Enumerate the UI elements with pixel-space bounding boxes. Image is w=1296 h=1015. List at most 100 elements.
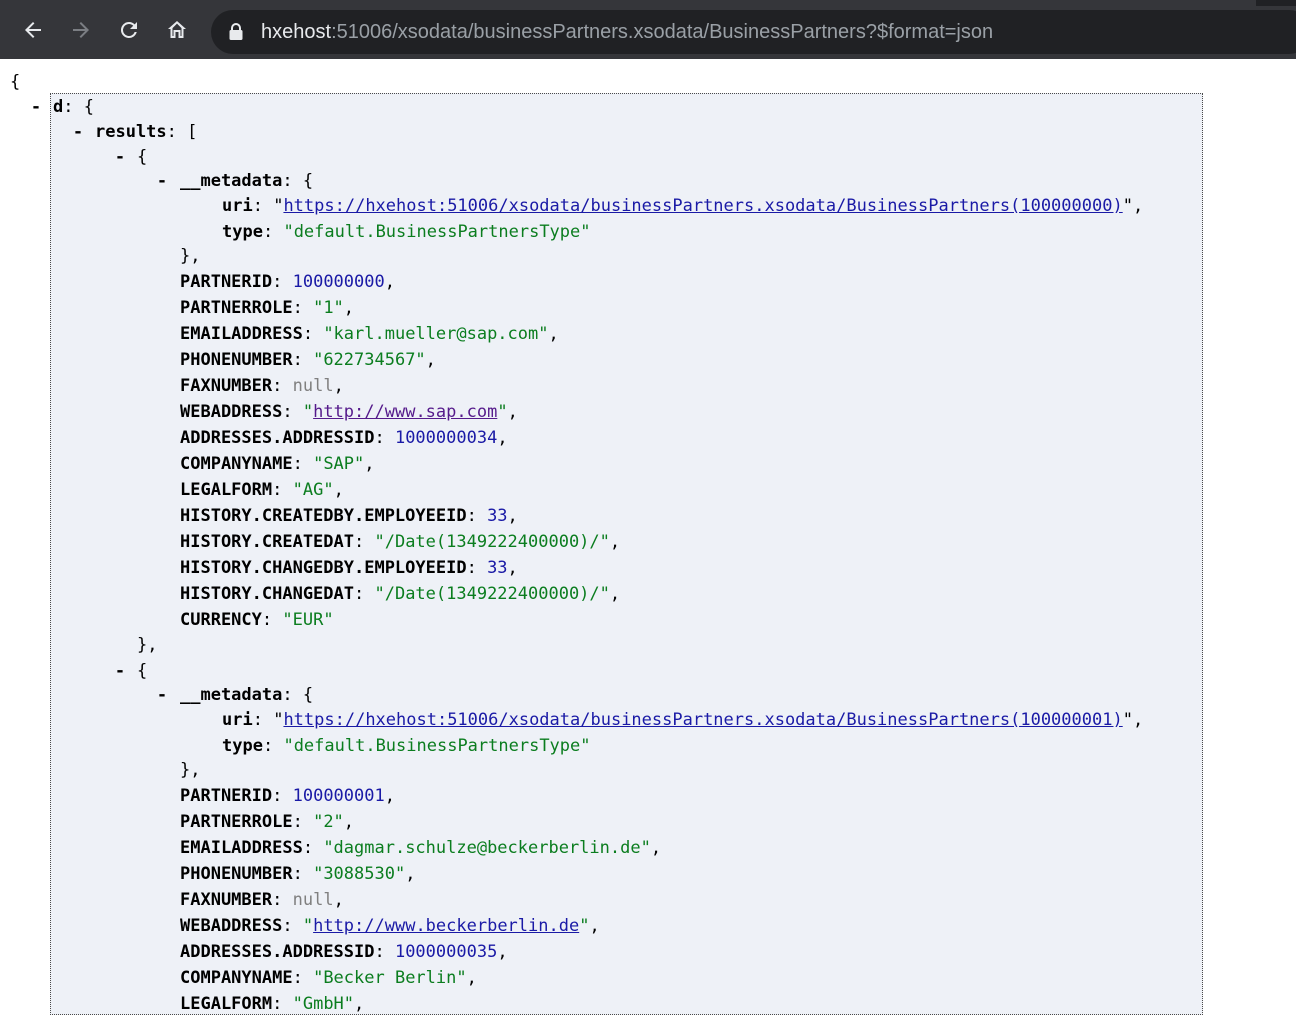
legalform-value-2: "GmbH"	[292, 994, 355, 1014]
key-d: d	[53, 97, 64, 117]
json-viewer: { - d: { - results: [ - { - __metadata: …	[0, 59, 1296, 1015]
key-emailaddress: EMAILADDRESS	[180, 324, 303, 344]
phone-value-2: "3088530"	[313, 864, 406, 884]
json-line-changedby-1: HISTORY.CHANGEDBY.EMPLOYEEID: 33,	[180, 558, 518, 578]
key-partnerid: PARTNERID	[180, 786, 273, 806]
active-tab[interactable]	[0, 0, 1256, 6]
fax-value-1: null	[292, 376, 334, 396]
fax-value-2: null	[292, 890, 334, 910]
key-changedat: HISTORY.CHANGEDAT	[180, 584, 354, 604]
json-line-currency-1: CURRENCY: "EUR"	[180, 610, 334, 630]
json-line-type-2: type: "default.BusinessPartnersType"	[222, 736, 591, 756]
key-legalform: LEGALFORM	[180, 994, 273, 1014]
key-results: results	[95, 122, 167, 142]
json-line-company-1: COMPANYNAME: "SAP",	[180, 454, 375, 474]
json-line-type-1: type: "default.BusinessPartnersType"	[222, 222, 591, 242]
json-line-changedat-1: HISTORY.CHANGEDAT: "/Date(1349222400000)…	[180, 584, 621, 604]
address-bar-url[interactable]: hxehost:51006/xsodata/businessPartners.x…	[261, 18, 993, 46]
addressid-value-2: 1000000035	[394, 942, 498, 962]
url-path: :51006/xsodata/businessPartners.xsodata/…	[331, 21, 994, 43]
changedat-value-1: "/Date(1349222400000)/"	[374, 584, 610, 604]
record-1-close: },	[137, 635, 158, 655]
json-line-addressid-2: ADDRESSES.ADDRESSID: 1000000035,	[180, 942, 508, 962]
email-value-1: "karl.mueller@sap.com"	[323, 324, 549, 344]
collapse-toggle-record-1[interactable]: -	[114, 146, 126, 168]
url-host: hxehost	[261, 21, 332, 43]
key-addressid: ADDRESSES.ADDRESSID	[180, 942, 375, 962]
partnerid-value-2: 100000001	[292, 786, 385, 806]
collapse-toggle-record-2[interactable]: -	[114, 660, 126, 682]
json-line-partnerrole-2: PARTNERROLE: "2",	[180, 812, 355, 832]
key-companyname: COMPANYNAME	[180, 968, 293, 988]
key-createdby: HISTORY.CREATEDBY.EMPLOYEEID	[180, 506, 467, 526]
key-changedby: HISTORY.CHANGEDBY.EMPLOYEEID	[180, 558, 467, 578]
key-phonenumber: PHONENUMBER	[180, 864, 293, 884]
json-line-legalform-1: LEGALFORM: "AG",	[180, 480, 344, 500]
collapse-toggle-d[interactable]: -	[30, 96, 42, 118]
json-line-metadata-1: __metadata: {	[180, 171, 314, 191]
key-phonenumber: PHONENUMBER	[180, 350, 293, 370]
collapse-toggle-metadata-1[interactable]: -	[156, 170, 168, 192]
legalform-value-1: "AG"	[292, 480, 334, 500]
key-createdat: HISTORY.CREATEDAT	[180, 532, 354, 552]
back-button[interactable]	[15, 12, 51, 48]
partnerrole-value-2: "2"	[313, 812, 344, 832]
currency-value-1: "EUR"	[282, 610, 334, 630]
web-link-2[interactable]: http://www.beckerberlin.de	[313, 916, 579, 936]
root-open-brace: {	[10, 72, 21, 92]
json-line-createdby-1: HISTORY.CREATEDBY.EMPLOYEEID: 33,	[180, 506, 518, 526]
reload-icon	[120, 21, 137, 38]
home-icon	[168, 21, 186, 38]
json-line-partnerid-2: PARTNERID: 100000001,	[180, 786, 395, 806]
key-partnerrole: PARTNERROLE	[180, 298, 293, 318]
json-line-partnerrole-1: PARTNERROLE: "1",	[180, 298, 355, 318]
uri-link-1[interactable]: https://hxehost:51006/xsodata/businessPa…	[283, 196, 1122, 216]
createdby-value-1: 33	[487, 506, 508, 526]
json-line-d: d: {	[53, 97, 94, 117]
createdat-value-1: "/Date(1349222400000)/"	[374, 532, 610, 552]
metadata-1-close: },	[180, 246, 201, 266]
collapse-toggle-results[interactable]: -	[72, 121, 84, 143]
forward-button[interactable]	[63, 12, 99, 48]
key-addressid: ADDRESSES.ADDRESSID	[180, 428, 375, 448]
json-line-email-1: EMAILADDRESS: "karl.mueller@sap.com",	[180, 324, 559, 344]
web-link-1[interactable]: http://www.sap.com	[313, 402, 497, 422]
key-metadata: __metadata	[180, 685, 283, 705]
json-line-uri-1: uri: "https://hxehost:51006/xsodata/busi…	[222, 196, 1144, 216]
type-value-2: default.BusinessPartnersType	[293, 736, 581, 756]
json-line-metadata-2: __metadata: {	[180, 685, 314, 705]
forward-arrow-icon	[73, 22, 89, 38]
key-uri: uri	[222, 196, 253, 216]
json-line-fax-1: FAXNUMBER: null,	[180, 376, 344, 396]
company-value-1: "SAP"	[313, 454, 365, 474]
json-line-createdat-1: HISTORY.CREATEDAT: "/Date(1349222400000)…	[180, 532, 621, 552]
back-arrow-icon	[25, 22, 41, 38]
json-line-legalform-2: LEGALFORM: "GmbH",	[180, 994, 365, 1014]
key-partnerid: PARTNERID	[180, 272, 273, 292]
type-value-1: default.BusinessPartnersType	[293, 222, 581, 242]
uri-link-2[interactable]: https://hxehost:51006/xsodata/businessPa…	[283, 710, 1122, 730]
json-line-uri-2: uri: "https://hxehost:51006/xsodata/busi…	[222, 710, 1144, 730]
key-webaddress: WEBADDRESS	[180, 402, 283, 422]
json-line-fax-2: FAXNUMBER: null,	[180, 890, 344, 910]
addressid-value-1: 1000000034	[394, 428, 498, 448]
json-line-phone-2: PHONENUMBER: "3088530",	[180, 864, 416, 884]
lock-icon[interactable]	[228, 22, 244, 42]
metadata-2-close: },	[180, 760, 201, 780]
json-line-web-2: WEBADDRESS: "http://www.beckerberlin.de"…	[180, 916, 600, 936]
json-line-partnerid-1: PARTNERID: 100000000,	[180, 272, 395, 292]
changedby-value-1: 33	[487, 558, 508, 578]
json-line-company-2: COMPANYNAME: "Becker Berlin",	[180, 968, 477, 988]
reload-button[interactable]	[111, 12, 147, 48]
key-partnerrole: PARTNERROLE	[180, 812, 293, 832]
key-companyname: COMPANYNAME	[180, 454, 293, 474]
key-metadata: __metadata	[180, 171, 283, 191]
key-legalform: LEGALFORM	[180, 480, 273, 500]
json-line-addressid-1: ADDRESSES.ADDRESSID: 1000000034,	[180, 428, 508, 448]
collapse-toggle-metadata-2[interactable]: -	[156, 684, 168, 706]
key-faxnumber: FAXNUMBER	[180, 376, 273, 396]
email-value-2: "dagmar.schulze@beckerberlin.de"	[323, 838, 651, 858]
json-line-web-1: WEBADDRESS: "http://www.sap.com",	[180, 402, 518, 422]
browser-toolbar: hxehost:51006/xsodata/businessPartners.x…	[0, 0, 1296, 59]
home-button[interactable]	[159, 12, 195, 48]
